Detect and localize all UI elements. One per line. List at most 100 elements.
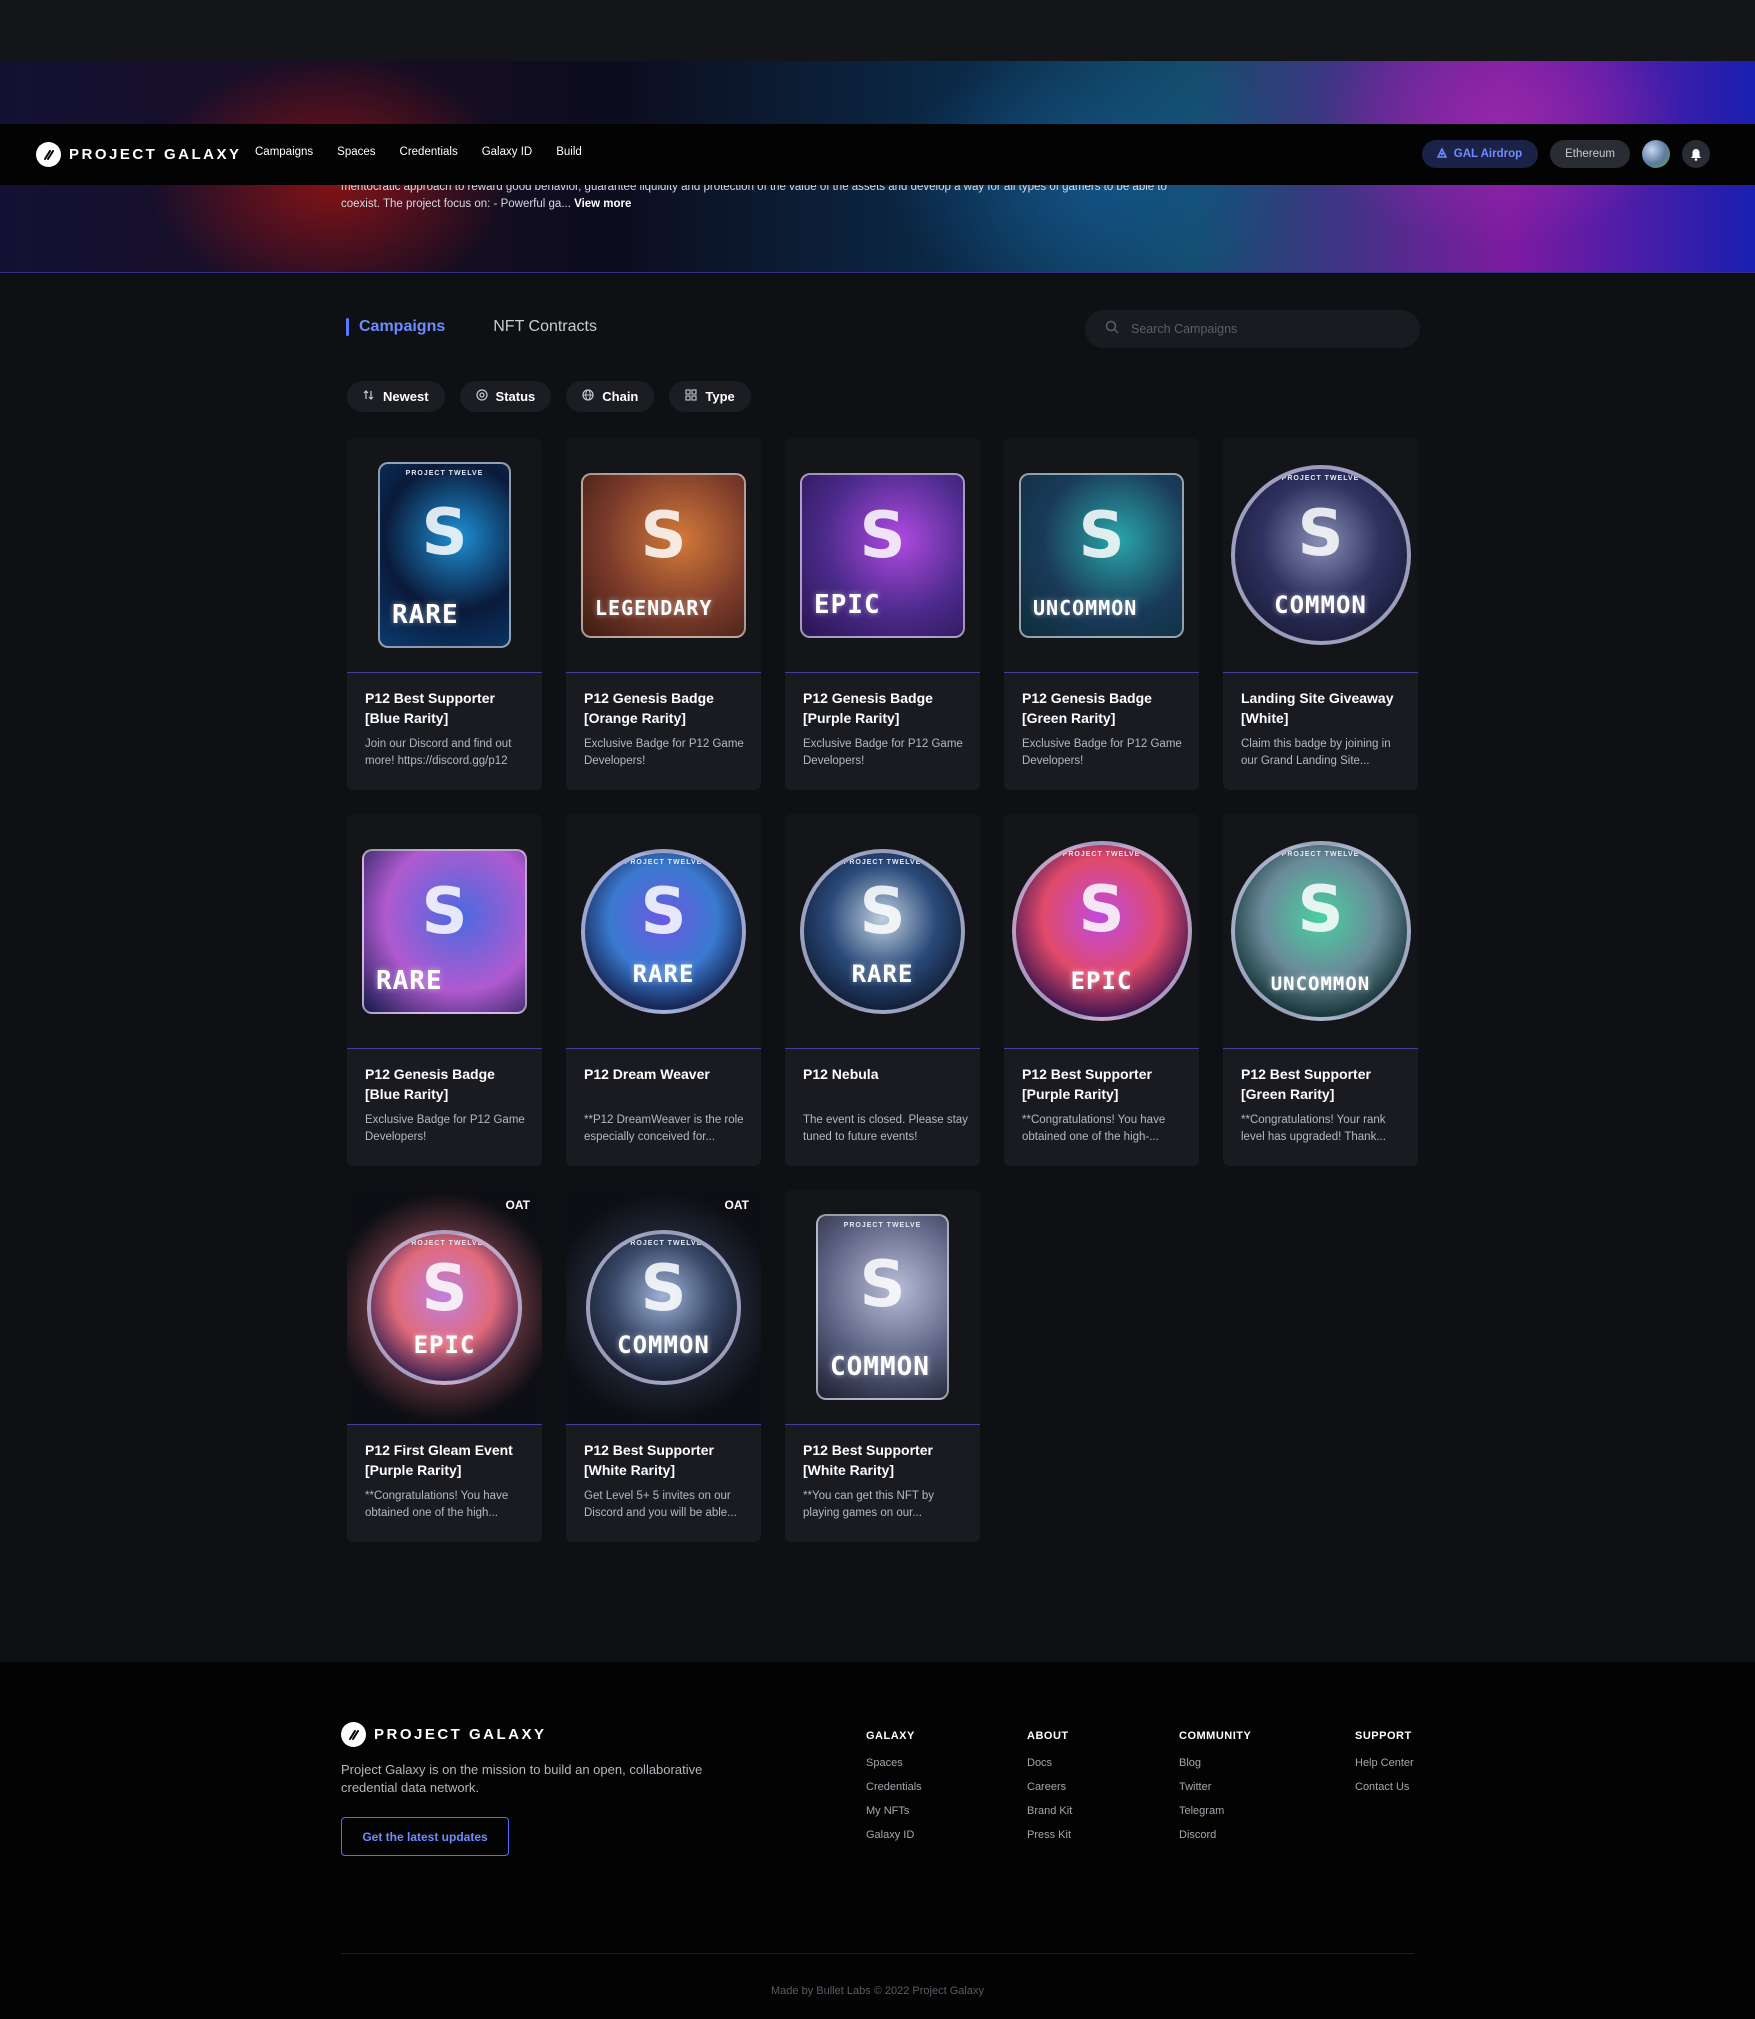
campaign-card[interactable]: S PROJECT TWELVE COMMON OAT P12 Best Support… — [566, 1190, 761, 1542]
footer-link[interactable]: Credentials — [866, 1775, 922, 1799]
campaign-card-description: Claim this badge by joining in our Grand… — [1241, 738, 1391, 767]
campaign-card-description: Exclusive Badge for P12 Game Developers! — [803, 738, 963, 767]
campaign-card[interactable]: S PROJECT TWELVE RARE P12 Nebula The event i… — [785, 814, 980, 1166]
campaign-card-title: P12 Dream Weaver — [584, 1066, 710, 1082]
campaign-card[interactable]: S PROJECT TWELVE COMMON P12 Best Supporter … — [785, 1190, 980, 1542]
tab-nft-contracts[interactable]: NFT Contracts — [493, 318, 597, 336]
campaign-card-image: S PROJECT TWELVE COMMON OAT — [566, 1190, 761, 1425]
nav-build[interactable]: Build — [556, 146, 582, 158]
footer-link[interactable]: Galaxy ID — [866, 1823, 922, 1847]
campaign-card-description: Get Level 5+ 5 invites on our Discord an… — [584, 1490, 737, 1519]
footer-link[interactable]: Press Kit — [1027, 1823, 1072, 1847]
footer-link[interactable]: Careers — [1027, 1775, 1072, 1799]
type-filter-button[interactable]: Type — [669, 381, 751, 412]
campaign-card[interactable]: S PROJECT TWELVE UNCOMMON P12 Best Supporte… — [1223, 814, 1418, 1166]
campaign-card[interactable]: S PROJECT TWELVE RARE P12 Dream Weaver **P12… — [566, 814, 761, 1166]
chain-filter-button[interactable]: Chain — [566, 381, 655, 412]
grid-icon — [685, 389, 697, 404]
campaign-card-description: **Congratulations! Your rank level has u… — [1241, 1114, 1386, 1143]
nft-badge-art: S PROJECT TWELVE COMMON — [586, 1229, 741, 1385]
nav-galaxy-id[interactable]: Galaxy ID — [482, 146, 533, 158]
footer-divider — [341, 1953, 1414, 1954]
badge-emblem-icon: S — [640, 1252, 687, 1327]
campaign-card-image: S PROJECT TWELVE EPIC — [1004, 814, 1199, 1049]
active-tab-indicator — [346, 318, 349, 336]
badge-emblem-icon: S — [1297, 873, 1344, 948]
footer-link[interactable]: Docs — [1027, 1751, 1072, 1775]
bell-icon[interactable] — [1682, 140, 1710, 168]
badge-rarity-text: EPIC — [1070, 967, 1133, 995]
footer-link[interactable]: Brand Kit — [1027, 1799, 1072, 1823]
footer-link[interactable]: Help Center — [1355, 1751, 1414, 1775]
campaign-card-image: S PROJECT TWELVE COMMON — [1223, 438, 1418, 673]
footer-link[interactable]: Contact Us — [1355, 1775, 1414, 1799]
nft-badge-art: S UNCOMMON — [1019, 472, 1184, 638]
avatar[interactable] — [1642, 140, 1670, 168]
badge-rarity-text: UNCOMMON — [1270, 973, 1371, 995]
nft-badge-art: S EPIC — [800, 472, 965, 638]
tab-campaigns[interactable]: Campaigns — [346, 318, 445, 336]
oat-badge: OAT — [724, 1198, 749, 1212]
tab-campaigns-label: Campaigns — [359, 318, 446, 335]
campaign-card-description: **Congratulations! You have obtained one… — [1022, 1114, 1166, 1143]
nft-badge-art: S PROJECT TWELVE COMMON — [816, 1214, 949, 1400]
campaign-card[interactable]: S LEGENDARY P12 Genesis Badge [Orange Rari… — [566, 438, 761, 790]
network-selector[interactable]: Ethereum — [1550, 140, 1630, 168]
chain-filter-label: Chain — [602, 389, 639, 404]
campaign-card[interactable]: S EPIC P12 Genesis Badge [Purple Rarity] Ex… — [785, 438, 980, 790]
badge-emblem-icon: S — [859, 875, 906, 950]
footer-link[interactable]: My NFTs — [866, 1799, 922, 1823]
footer-link[interactable]: Blog — [1179, 1751, 1251, 1775]
sort-filter-button[interactable]: Newest — [347, 381, 445, 412]
logo-text: PROJECT GALAXY — [69, 146, 242, 163]
badge-emblem-icon: S — [640, 498, 687, 573]
nav-spaces[interactable]: Spaces — [337, 146, 375, 158]
galaxy-logo-icon — [36, 142, 61, 167]
search-icon — [1105, 320, 1119, 339]
footer-col-heading: GALAXY — [866, 1730, 915, 1742]
campaign-card[interactable]: S RARE P12 Genesis Badge [Blue Rarity] Excl… — [347, 814, 542, 1166]
campaign-card[interactable]: S PROJECT TWELVE COMMON Landing Site Giveaw… — [1223, 438, 1418, 790]
nft-badge-art: S PROJECT TWELVE UNCOMMON — [1230, 841, 1411, 1021]
badge-top-text: PROJECT TWELVE — [624, 1239, 703, 1247]
campaign-card[interactable]: S PROJECT TWELVE EPIC P12 Best Supporter [P… — [1004, 814, 1199, 1166]
campaign-card[interactable]: S PROJECT TWELVE RARE P12 Best Supporter [B… — [347, 438, 542, 790]
search-box — [1085, 310, 1420, 348]
footer-link[interactable]: Twitter — [1179, 1775, 1251, 1799]
gal-airdrop-button[interactable]: GAL Airdrop — [1421, 140, 1539, 168]
campaign-card-title: P12 Best Supporter [Purple Rarity] — [1022, 1066, 1152, 1102]
campaign-card-title: P12 Nebula — [803, 1066, 879, 1082]
view-more-link[interactable]: View more — [574, 198, 631, 210]
footer-col-heading: ABOUT — [1027, 1730, 1069, 1742]
campaign-card-title: P12 Genesis Badge [Purple Rarity] — [803, 690, 933, 726]
footer-link[interactable]: Discord — [1179, 1823, 1251, 1847]
campaign-card-description: Exclusive Badge for P12 Game Developers! — [365, 1114, 525, 1143]
nav-credentials[interactable]: Credentials — [400, 146, 458, 158]
campaign-card[interactable]: S UNCOMMON P12 Genesis Badge [Green Rarity… — [1004, 438, 1199, 790]
campaign-card[interactable]: S PROJECT TWELVE EPIC OAT P12 First Gleam Ev… — [347, 1190, 542, 1542]
footer-link[interactable]: Spaces — [866, 1751, 922, 1775]
sort-icon — [363, 389, 375, 404]
space-description-text: meritocratic approach to reward good beh… — [341, 181, 1167, 210]
footer-col-support: SUPPORT Help Center Contact Us — [1355, 1730, 1414, 1799]
footer-logo[interactable]: PROJECT GALAXY — [341, 1722, 547, 1747]
nft-badge-art: S LEGENDARY — [581, 472, 746, 638]
nav-campaigns[interactable]: Campaigns — [255, 146, 313, 158]
filter-bar: Newest Status Chain Type — [347, 381, 751, 412]
campaign-card-title: P12 Best Supporter [Blue Rarity] — [365, 690, 495, 726]
type-filter-label: Type — [705, 389, 735, 404]
copyright-text: Made by Bullet Labs © 2022 Project Galax… — [771, 1985, 984, 1997]
campaign-card-title: P12 Genesis Badge [Blue Rarity] — [365, 1066, 495, 1102]
footer-link[interactable]: Telegram — [1179, 1799, 1251, 1823]
globe-icon — [582, 389, 594, 404]
galaxy-logo[interactable]: PROJECT GALAXY — [36, 142, 242, 167]
footer: PROJECT GALAXY Project Galaxy is on the … — [0, 1662, 1755, 2019]
get-updates-button[interactable]: Get the latest updates — [341, 1817, 509, 1856]
status-filter-button[interactable]: Status — [459, 381, 552, 412]
footer-logo-text: PROJECT GALAXY — [374, 1726, 547, 1743]
badge-top-text: PROJECT TWELVE — [1281, 851, 1360, 858]
search-input[interactable] — [1131, 322, 1391, 336]
campaign-card-description: **You can get this NFT by playing games … — [803, 1490, 935, 1519]
badge-top-text: PROJECT TWELVE — [405, 470, 484, 477]
badge-emblem-icon: S — [421, 1252, 468, 1327]
